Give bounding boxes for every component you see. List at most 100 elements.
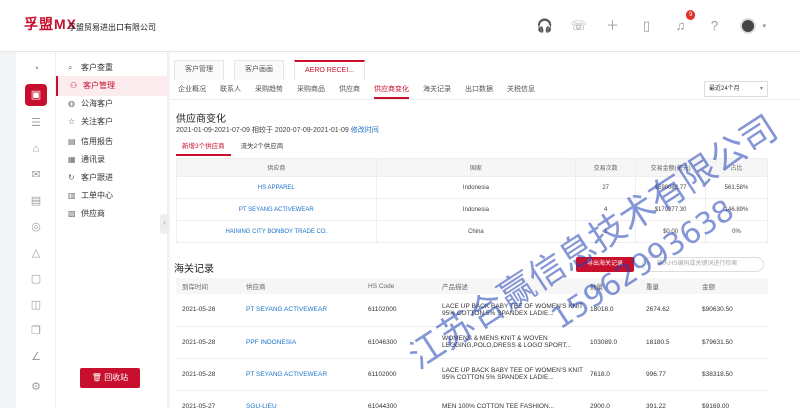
subtab-trend[interactable]: 采购趋势 <box>255 82 283 99</box>
cell: 2021-05-28 <box>176 326 240 359</box>
collapse-sidebar-handle[interactable]: ‹ <box>160 214 169 234</box>
document-icon[interactable]: ☰ <box>25 112 47 134</box>
chevron-down-icon: ▾ <box>759 86 763 92</box>
cell: 103089.0 <box>584 326 640 359</box>
col-header: 重量 <box>640 278 696 294</box>
cell: $179277.30 <box>635 198 707 221</box>
cell: $9169.00 <box>696 390 768 408</box>
cell: 61044300 <box>362 390 436 408</box>
menu-item-tickets[interactable]: ▥ 工单中心 <box>56 186 168 206</box>
cell: $590083.77 <box>635 176 707 199</box>
table-row: 2021-05-28 PT SEYANG ACTIVEWEAR 61102000… <box>176 294 768 327</box>
cell: 2021-05-28 <box>176 358 240 391</box>
tab-profile[interactable]: 客户画画 <box>234 60 284 80</box>
report-icon: ▤ <box>68 137 76 146</box>
chart-icon[interactable]: ∠ <box>25 346 47 368</box>
subtab-customs[interactable]: 海关记录 <box>423 82 451 99</box>
supplier-link[interactable]: HAINING CITY BONBOY TRADE CO. <box>176 220 377 243</box>
period-select[interactable]: 最近24个月 ▾ <box>704 81 768 97</box>
plus-icon[interactable]: ＋ <box>604 18 620 34</box>
share-icon[interactable]: △ <box>25 242 47 264</box>
supplier-link[interactable]: HS APPAREL <box>176 176 377 199</box>
mobile-icon[interactable]: ▯ <box>638 18 654 34</box>
tab-aero[interactable]: AERO RECEI... <box>294 60 366 80</box>
col-header: 交易次数 <box>575 158 637 177</box>
chevron-down-icon[interactable]: ▾ <box>762 22 766 30</box>
date-range: 2021-01-09-2021-07-09 相较于 2020-07-09-202… <box>176 127 379 134</box>
side-menu: ⌕ 客户查重 ⚇ 客户管理 ◍ 公海客户 ☆ 关注客户 ▤ 信用报告 ▦ 通讯录 ↻ 客户跟进… <box>56 52 168 408</box>
cell: $79631.50 <box>696 326 768 359</box>
tab-customers[interactable]: 客户管理 <box>174 60 224 80</box>
compass-icon[interactable]: ◎ <box>25 216 47 238</box>
table-row: 2021-05-28 PT SEYANG ACTIVEWEAR 61102000… <box>176 358 768 391</box>
customer-icon[interactable]: ▣ <box>25 84 47 106</box>
subtab-suppliers[interactable]: 供应商 <box>339 82 360 99</box>
subtab-supplier-change[interactable]: 供应商变化 <box>374 82 409 99</box>
dashboard-icon[interactable]: ◔ <box>25 58 47 80</box>
cell: 61046300 <box>362 326 436 359</box>
mail-icon[interactable]: ✉ <box>25 164 47 186</box>
user-icon: ⚇ <box>70 81 78 90</box>
cell: Indonesia <box>375 198 577 221</box>
col-header: HS Code <box>362 278 436 294</box>
supplier-icon: ▧ <box>68 209 76 218</box>
subtab-export[interactable]: 出口数据 <box>465 82 493 99</box>
menu-item-credit[interactable]: ▤ 信用报告 <box>56 132 168 152</box>
supplier-link[interactable]: PT SEYANG ACTIVEWEAR <box>240 358 362 391</box>
bag-icon[interactable]: ◫ <box>25 294 47 316</box>
customs-search-input[interactable]: ⌕ 输入HS编码或关键词进行检索 <box>642 257 764 272</box>
menu-item-dedupe[interactable]: ⌕ 客户查重 <box>56 58 168 78</box>
recycle-bin-button[interactable]: 🗑 回收站 <box>80 368 140 388</box>
cell: 2674.62 <box>640 294 696 327</box>
col-header: 到岸时间 <box>176 278 240 294</box>
col-header: 金额 <box>696 278 768 294</box>
subtab-tariff[interactable]: 关税信息 <box>507 82 535 99</box>
supplier-link[interactable]: PT SEYANG ACTIVEWEAR <box>176 198 377 221</box>
edit-time-link[interactable]: 修改时间 <box>351 127 379 134</box>
export-customs-button[interactable]: 导出海关记录 <box>576 257 634 272</box>
cell: 4 <box>575 198 637 221</box>
supplier-link[interactable]: SGU-LIEU <box>240 390 362 408</box>
tab-lost-suppliers[interactable]: 流失2个供应商 <box>235 136 290 156</box>
avatar[interactable] <box>740 18 757 34</box>
bell-icon[interactable]: ♫ 9 <box>672 10 696 34</box>
settings-icon[interactable]: ⚙ <box>25 376 47 398</box>
page-tabs: 客户管理 客户画画 AERO RECEI... <box>170 60 800 80</box>
org-icon[interactable]: ⌂ <box>25 138 47 160</box>
subtab-contacts[interactable]: 联系人 <box>220 82 241 99</box>
cell: $38318.50 <box>696 358 768 391</box>
menu-item-supplier[interactable]: ▧ 供应商 <box>56 204 168 224</box>
top-bar: 孚盟MX 孚盟贸易进出口有限公司 🎧 ☏ ＋ ▯ ♫ 9 ? ▾ <box>0 0 800 52</box>
supplier-link[interactable]: PT SEYANG ACTIVEWEAR <box>240 294 362 327</box>
cell: 146.89% <box>705 198 768 221</box>
menu-item-followed[interactable]: ☆ 关注客户 <box>56 112 168 132</box>
tab-new-suppliers[interactable]: 新增3个供应商 <box>176 136 231 156</box>
company-name: 孚盟贸易进出口有限公司 <box>68 23 156 32</box>
inbox-icon[interactable]: ▤ <box>25 190 47 212</box>
headset-icon[interactable]: 🎧 <box>536 18 552 34</box>
cell: 2900.0 <box>584 390 640 408</box>
cell: Indonesia <box>375 176 577 199</box>
help-icon[interactable]: ? <box>706 18 722 34</box>
col-header: 产品描述 <box>436 278 584 294</box>
cell: LACE UP BACK BABY TEE OF WOMEN'S KNIT 95… <box>436 358 584 391</box>
search-icon: ⌕ <box>647 261 651 267</box>
cell: 391.22 <box>640 390 696 408</box>
table-row: PT SEYANG ACTIVEWEAR Indonesia 4 $179277… <box>176 198 768 221</box>
file-icon[interactable]: ▢ <box>25 268 47 290</box>
menu-item-contacts[interactable]: ▦ 通讯录 <box>56 150 168 170</box>
cell: LACE UP BACK BABY TEE OF WOMEN'S KNIT 95… <box>436 294 584 327</box>
menu-item-follow[interactable]: ↻ 客户跟进 <box>56 168 168 188</box>
subtab-overview[interactable]: 企业概况 <box>178 82 206 99</box>
subtab-products[interactable]: 采购商品 <box>297 82 325 99</box>
ticket-icon: ▥ <box>68 191 76 200</box>
search-icon: ⌕ <box>68 63 73 72</box>
menu-item-customers[interactable]: ⚇ 客户管理 <box>56 76 168 96</box>
supplier-link[interactable]: PPF INDONESIA <box>240 326 362 359</box>
table-row: HAINING CITY BONBOY TRADE CO. China 1 $0… <box>176 220 768 243</box>
section-title: 供应商变化 <box>176 114 226 125</box>
copy-icon[interactable]: ❐ <box>25 320 47 342</box>
cell: WOMENS & MENS KNIT & WOVEN LEGGING,POLO,… <box>436 326 584 359</box>
menu-item-public[interactable]: ◍ 公海客户 <box>56 94 168 114</box>
chat-icon[interactable]: ☏ <box>570 18 586 34</box>
